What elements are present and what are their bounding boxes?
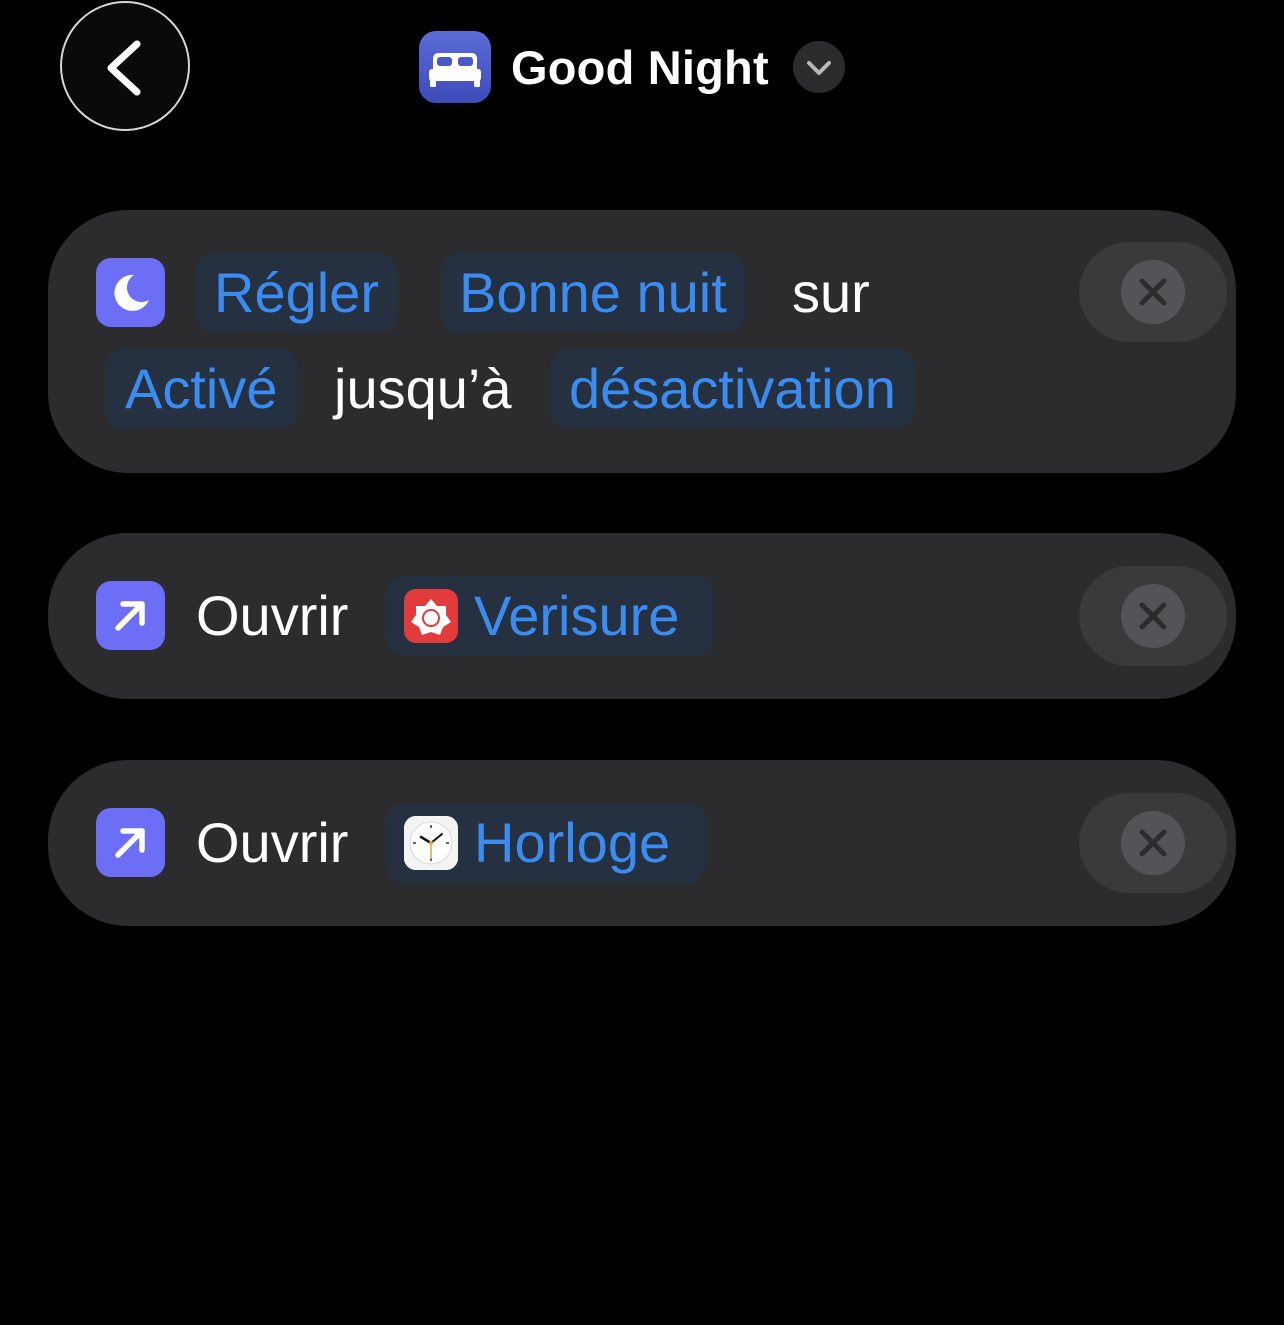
back-button[interactable] [60, 1, 190, 131]
app-name: Verisure [474, 584, 680, 647]
moon-icon [96, 258, 165, 327]
close-icon [1121, 584, 1185, 648]
remove-action-button[interactable] [1079, 793, 1227, 893]
action-verb-text: Ouvrir [196, 584, 349, 647]
action-verb-token[interactable]: Régler [196, 253, 397, 333]
arrow-up-right-icon [96, 581, 165, 650]
chevron-down-icon [806, 61, 831, 75]
arrow-up-right-icon [96, 808, 165, 877]
app-token[interactable]: Verisure [386, 576, 713, 656]
app-token[interactable]: Horloge [386, 803, 706, 883]
connector-text: jusqu’à [334, 357, 512, 420]
until-token[interactable]: désactivation [550, 349, 915, 429]
shortcut-title-group[interactable]: Good Night [419, 31, 845, 103]
remove-action-button[interactable] [1079, 242, 1227, 342]
state-token[interactable]: Activé [105, 349, 298, 429]
bed-icon [419, 31, 491, 103]
app-name: Horloge [474, 811, 671, 874]
close-icon [1121, 811, 1185, 875]
action-card-focus[interactable]: Régler Bonne nuit sur Activé jusqu’à dés… [48, 210, 1236, 473]
page-title: Good Night [511, 40, 769, 94]
action-card-open-app[interactable]: Ouvrir Verisure [48, 533, 1236, 699]
focus-mode-token[interactable]: Bonne nuit [441, 253, 745, 333]
chevron-left-icon [107, 40, 141, 96]
verisure-app-icon [404, 589, 458, 643]
connector-text: sur [792, 261, 870, 324]
title-menu-button[interactable] [792, 41, 845, 93]
action-card-open-app[interactable]: Ouvrir Horloge [48, 760, 1236, 926]
clock-app-icon [404, 816, 458, 870]
action-verb-text: Ouvrir [196, 811, 349, 874]
remove-action-button[interactable] [1079, 566, 1227, 666]
close-icon [1121, 260, 1185, 324]
